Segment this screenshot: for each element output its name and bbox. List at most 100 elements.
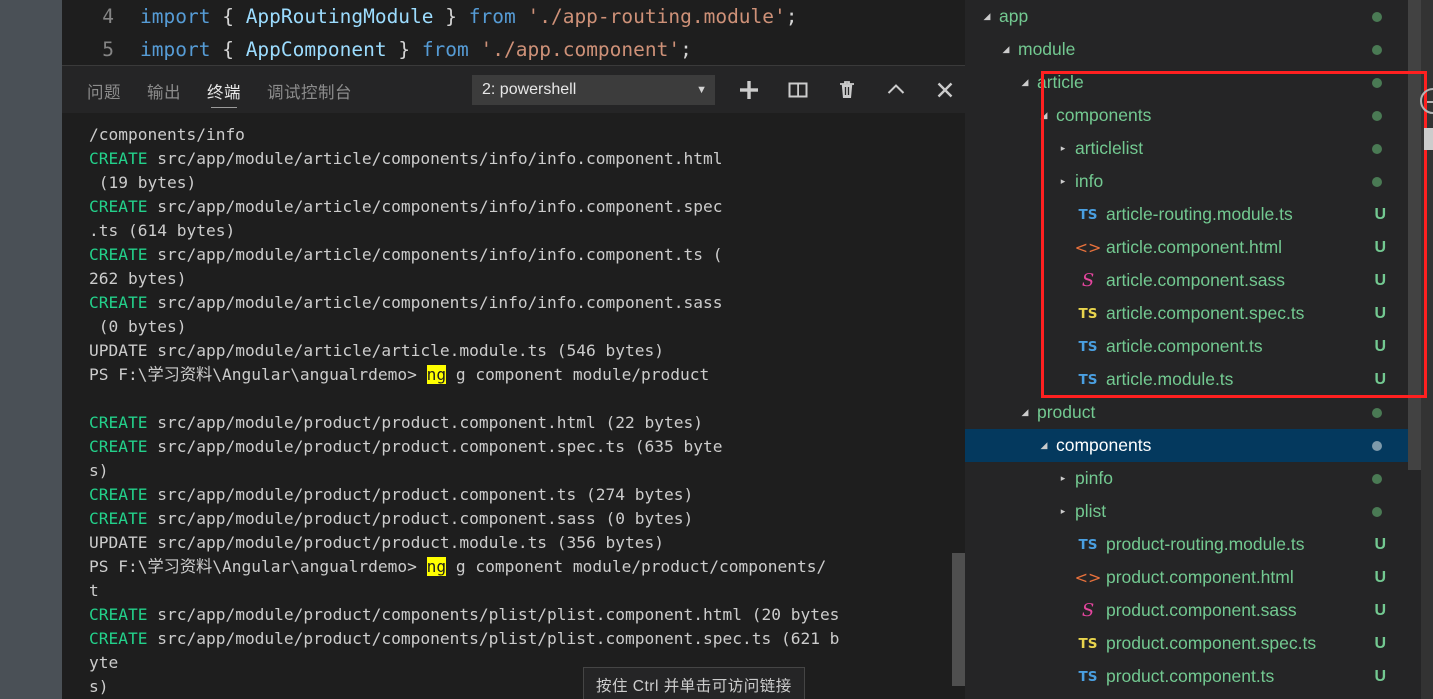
- terminal-text: yte: [89, 653, 119, 672]
- close-icon[interactable]: [930, 75, 960, 105]
- chevron-down-icon[interactable]: ◢: [998, 44, 1014, 55]
- html-file-icon: <>: [1074, 568, 1102, 587]
- code-token: AppComponent: [245, 38, 387, 61]
- tree-row-articlelist[interactable]: ▸ articlelist: [965, 132, 1408, 165]
- tree-row-app[interactable]: ◢ app: [965, 0, 1408, 33]
- tree-row-label: article: [1037, 72, 1084, 92]
- git-status-badge: U: [1374, 205, 1386, 223]
- chevron-down-icon[interactable]: ◢: [979, 11, 995, 22]
- git-status-dot: [1372, 473, 1382, 484]
- terminal-text: 262 bytes): [89, 269, 187, 288]
- tree-row-article-module-ts[interactable]: TS article.module.ts U: [965, 363, 1408, 396]
- terminal-scrollbar[interactable]: [952, 113, 965, 699]
- code-token: './app-routing.module': [527, 5, 786, 28]
- terminal-line: .ts (614 bytes): [89, 219, 965, 243]
- tree-row-info[interactable]: ▸ info: [965, 165, 1408, 198]
- explorer-scrollbar-thumb[interactable]: [1408, 0, 1421, 470]
- tree-row-components[interactable]: ◢ components: [965, 99, 1408, 132]
- ctrl-click-tooltip: 按住 Ctrl 并单击可访问链接: [583, 667, 805, 699]
- chevron-down-icon[interactable]: ◢: [1036, 110, 1052, 121]
- terminal-line: CREATE src/app/module/article/components…: [89, 291, 965, 315]
- chevron-right-icon[interactable]: ▸: [1055, 176, 1071, 187]
- tree-row-product-routing-module-ts[interactable]: TS product-routing.module.ts U: [965, 528, 1408, 561]
- terminal-selector-dropdown[interactable]: 2: powershell ▼: [472, 75, 715, 105]
- chevron-up-icon[interactable]: [881, 75, 911, 105]
- panel-tab-2[interactable]: 终端: [207, 66, 241, 113]
- tree-row-product-component-ts[interactable]: TS product.component.ts U: [965, 660, 1408, 693]
- terminal-text: PS F:\学习资料\Angular\angualrdemo>: [89, 557, 427, 576]
- terminal-text: .ts (614 bytes): [89, 221, 236, 240]
- terminal-output[interactable]: /components/info CREATE src/app/module/ar…: [62, 113, 965, 699]
- tree-row-product-component-sass[interactable]: Sproduct.component.sass U: [965, 594, 1408, 627]
- git-status-dot: [1372, 407, 1382, 418]
- terminal-line: PS F:\学习资料\Angular\angualrdemo> ng g com…: [89, 555, 965, 579]
- tree-row-article-component-spec-ts[interactable]: TS article.component.spec.ts U: [965, 297, 1408, 330]
- tree-row-components[interactable]: ◢ components: [965, 429, 1408, 462]
- chevron-down-icon[interactable]: ◢: [1017, 407, 1033, 418]
- ts-file-icon: TS: [1078, 668, 1098, 685]
- terminal-line: s): [89, 675, 965, 699]
- terminal-text: UPDATE: [89, 341, 148, 360]
- tree-row-label: app: [999, 6, 1029, 26]
- chevron-right-icon[interactable]: ▸: [1055, 506, 1071, 517]
- code-token: {: [210, 5, 246, 28]
- tree-row-pinfo[interactable]: ▸ pinfo: [965, 462, 1408, 495]
- chevron-right-icon[interactable]: ▸: [1055, 143, 1071, 154]
- terminal-text: (19 bytes): [89, 173, 197, 192]
- tree-row-label: module: [1018, 39, 1076, 59]
- git-status-badge: U: [1374, 370, 1386, 388]
- terminal-text: src/app/module/product/product.component…: [147, 437, 723, 456]
- tree-row-article-routing-module-ts[interactable]: TS article-routing.module.ts U: [965, 198, 1408, 231]
- sass-file-icon: S: [1081, 600, 1095, 621]
- ts-file-icon: TS: [1078, 206, 1098, 223]
- tree-row-label: plist: [1075, 501, 1107, 521]
- terminal-text: src/app/module/article/components/info/i…: [147, 245, 723, 264]
- terminal-line: CREATE src/app/module/article/components…: [89, 195, 965, 219]
- trash-icon[interactable]: [832, 75, 862, 105]
- tree-row-product-component-spec-ts[interactable]: TS product.component.spec.ts U: [965, 627, 1408, 660]
- terminal-line: (0 bytes): [89, 315, 965, 339]
- ts-file-icon: TS: [1078, 338, 1098, 355]
- git-status-dot: [1372, 110, 1382, 121]
- terminal-selector-value: 2: powershell: [482, 81, 577, 98]
- terminal-line: CREATE src/app/module/product/product.co…: [89, 483, 965, 507]
- terminal-text: g component module/product/components/: [446, 557, 827, 576]
- tree-row-article-component-html[interactable]: <> article.component.html U: [965, 231, 1408, 264]
- editor-lines: 4 import { AppRoutingModule } from './app…: [62, 0, 965, 66]
- chevron-right-icon[interactable]: ▸: [1055, 473, 1071, 484]
- terminal-text[interactable]: /components/info: [89, 125, 245, 144]
- git-status-badge: U: [1374, 667, 1386, 685]
- tree-row-article-component-sass[interactable]: Sarticle.component.sass U: [965, 264, 1408, 297]
- panel-tab-0[interactable]: 问题: [87, 66, 121, 113]
- tree-row-plist[interactable]: ▸ plist: [965, 495, 1408, 528]
- chevron-down-icon[interactable]: ◢: [1017, 77, 1033, 88]
- git-status-badge: U: [1374, 304, 1386, 322]
- new-terminal-button[interactable]: [734, 75, 764, 105]
- file-tree: ◢ app ◢ module ◢ article ◢ components ▸ articleli…: [965, 0, 1408, 699]
- tree-row-label: components: [1056, 105, 1152, 125]
- git-status-dot: [1372, 143, 1382, 154]
- panel-tab-3[interactable]: 调试控制台: [267, 66, 352, 113]
- terminal-text: CREATE: [89, 509, 148, 528]
- chevron-down-icon[interactable]: ◢: [1036, 440, 1052, 451]
- tree-row-label: product-routing.module.ts: [1106, 534, 1305, 554]
- tree-row-product-component-html[interactable]: <> product.component.html U: [965, 561, 1408, 594]
- git-status-dot: [1372, 44, 1382, 55]
- tree-row-product[interactable]: ◢ product: [965, 396, 1408, 429]
- split-terminal-button[interactable]: [783, 75, 813, 105]
- ts-file-icon: TS: [1078, 371, 1098, 388]
- git-status-badge: U: [1374, 238, 1386, 256]
- terminal-text: CREATE: [89, 437, 148, 456]
- terminal-scrollbar-thumb[interactable]: [952, 553, 965, 686]
- panel-tab-1[interactable]: 输出: [147, 66, 181, 113]
- terminal-text: src/app/module/product/product.component…: [147, 509, 694, 528]
- tree-row-module[interactable]: ◢ module: [965, 33, 1408, 66]
- tree-row-article[interactable]: ◢ article: [965, 66, 1408, 99]
- tree-row-article-component-ts[interactable]: TS article.component.ts U: [965, 330, 1408, 363]
- code-editor[interactable]: 4 import { AppRoutingModule } from './app…: [62, 0, 965, 66]
- line-number: 4: [102, 5, 114, 28]
- terminal-text: src/app/module/product/product.component…: [147, 413, 703, 432]
- explorer-scrollbar[interactable]: [1408, 0, 1421, 699]
- terminal-line: s): [89, 459, 965, 483]
- editor-left-gutter-strip: [0, 0, 62, 699]
